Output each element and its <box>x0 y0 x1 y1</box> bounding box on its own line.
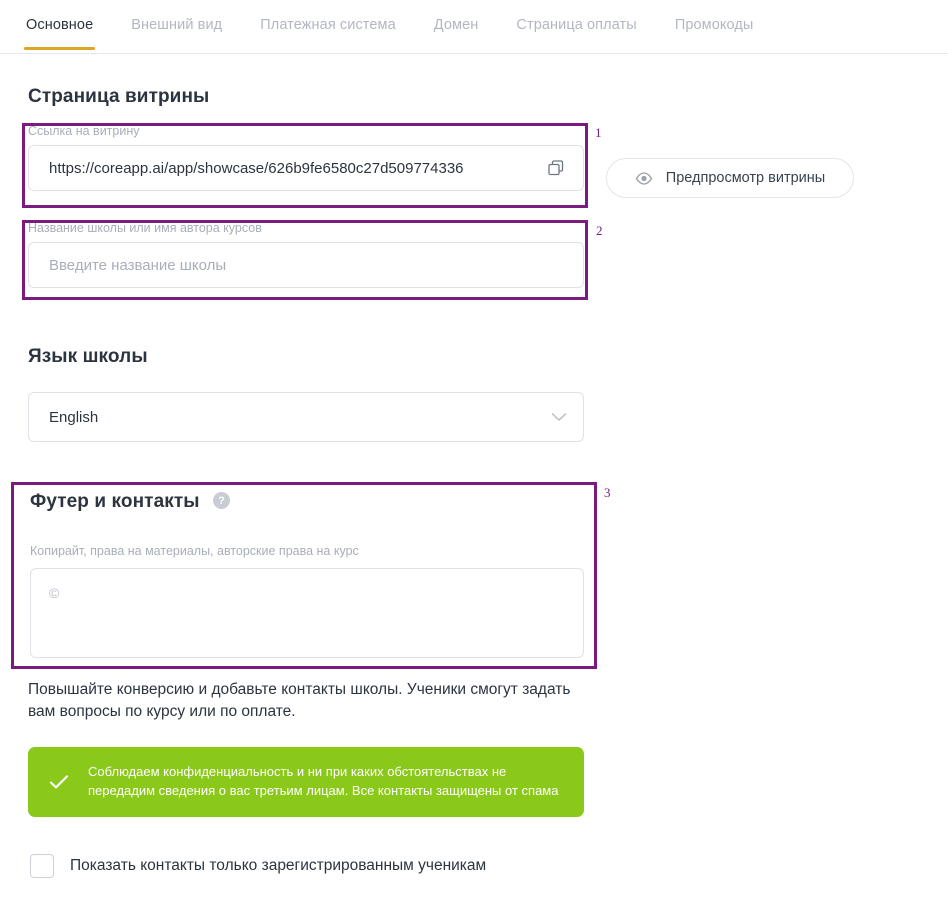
annotation-number-3: 3 <box>604 485 611 500</box>
contacts-hint: Повышайте конверсию и добавьте контакты … <box>28 681 571 721</box>
tab-vneshniy-vid[interactable]: Внешний вид <box>131 0 222 50</box>
copy-icon[interactable] <box>543 155 569 181</box>
chevron-down-icon <box>551 412 567 422</box>
showcase-section-title: Страница витрины <box>28 86 210 107</box>
language-field: English <box>28 392 584 442</box>
tab-label: Домен <box>433 17 479 33</box>
tab-promokody[interactable]: Промокоды <box>675 0 754 50</box>
language-selected-value: English <box>49 408 99 426</box>
school-name-input[interactable]: Введите название школы <box>28 242 584 288</box>
tab-label: Платежная система <box>260 17 396 33</box>
tab-label: Внешний вид <box>131 17 223 33</box>
privacy-banner: Соблюдаем конфиденциальность и ни при ка… <box>28 747 584 817</box>
language-section-title: Язык школы <box>28 346 148 367</box>
eye-icon <box>635 171 653 185</box>
footer-section-title: Футер и контакты <box>30 491 200 512</box>
tab-stranitsa-oplaty[interactable]: Страница оплаты <box>516 0 636 50</box>
footer-section-header: Футер и контакты ? <box>30 491 231 513</box>
show-contacts-checkbox[interactable] <box>30 854 54 878</box>
annotation-number-2: 2 <box>596 223 603 238</box>
tab-bar: Основное Внешний вид Платежная система Д… <box>0 0 948 54</box>
copyright-value: © <box>49 585 60 601</box>
school-name-label: Название школы или имя автора курсов <box>28 221 262 235</box>
tab-domen[interactable]: Домен <box>434 0 479 50</box>
question-mark-icon[interactable]: ? <box>213 492 231 510</box>
tab-list: Основное Внешний вид Платежная система Д… <box>0 0 948 53</box>
tab-osnovnoe[interactable]: Основное <box>23 0 96 50</box>
tab-label: Основное <box>26 17 94 33</box>
showcase-url-field: Ссылка на витрину https://coreapp.ai/app… <box>28 124 584 191</box>
copyright-textarea[interactable]: © <box>30 568 584 658</box>
school-name-field: Название школы или имя автора курсов Вве… <box>28 221 584 288</box>
school-name-placeholder: Введите название школы <box>49 256 227 274</box>
tab-label: Промокоды <box>674 17 754 33</box>
show-contacts-row[interactable]: Показать контакты только зарегистрирован… <box>30 854 486 878</box>
check-icon <box>48 771 70 793</box>
tab-platezhnaya-sistema[interactable]: Платежная система <box>260 0 396 50</box>
preview-showcase-button[interactable]: Предпросмотр витрины <box>606 158 854 198</box>
copyright-label: Копирайт, права на материалы, авторские … <box>30 544 359 558</box>
copyright-field: Копирайт, права на материалы, авторские … <box>30 544 584 658</box>
tab-label: Страница оплаты <box>516 17 637 33</box>
show-contacts-label: Показать контакты только зарегистрирован… <box>70 857 487 874</box>
annotation-number-1: 1 <box>595 125 602 140</box>
showcase-url-value: https://coreapp.ai/app/showcase/626b9fe6… <box>49 159 464 177</box>
showcase-url-input[interactable]: https://coreapp.ai/app/showcase/626b9fe6… <box>28 145 584 191</box>
showcase-url-label: Ссылка на витрину <box>28 124 140 138</box>
language-select[interactable]: English <box>28 392 584 442</box>
privacy-banner-text: Соблюдаем конфиденциальность и ни при ка… <box>88 764 559 798</box>
preview-showcase-label: Предпросмотр витрины <box>665 170 826 186</box>
